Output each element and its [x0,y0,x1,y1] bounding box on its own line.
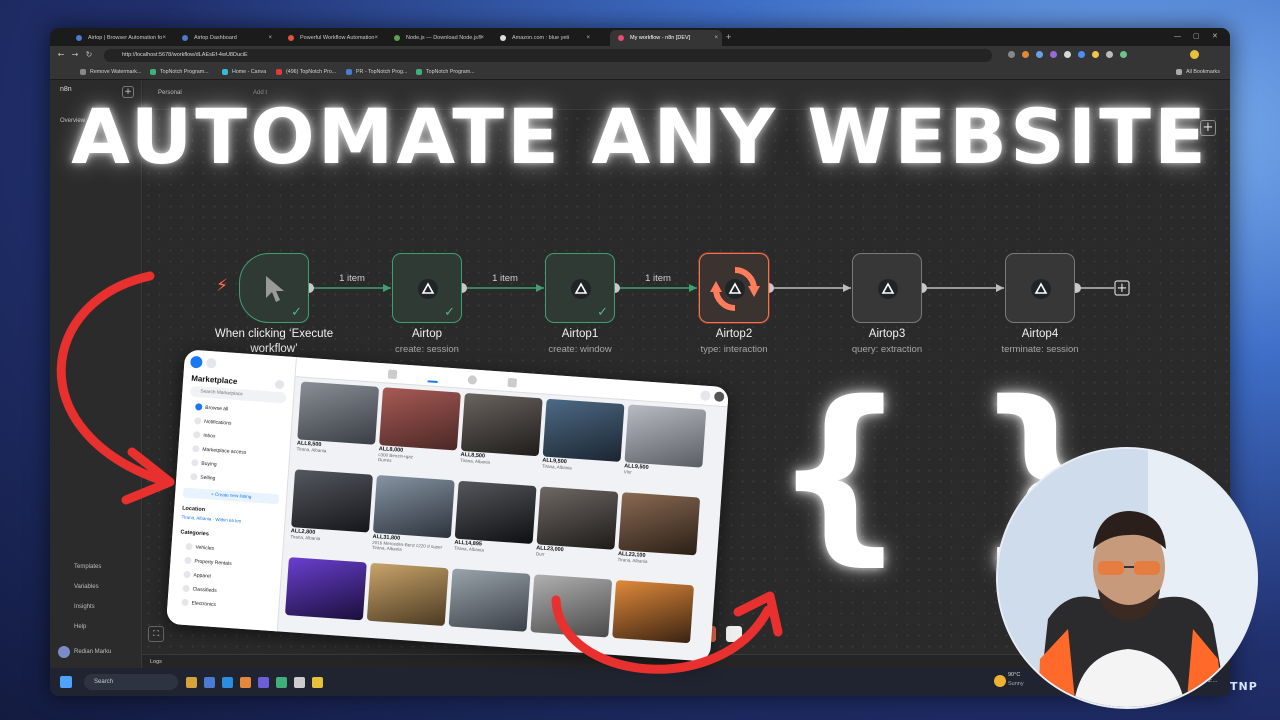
webcam-overlay [996,447,1258,709]
page: { "headline": "AUTOMATE ANY WEBSITE", "w… [0,0,1280,720]
presenter-image [998,449,1256,707]
red-arrow-curve [56,271,165,485]
channel-watermark: TNP [1230,680,1258,693]
